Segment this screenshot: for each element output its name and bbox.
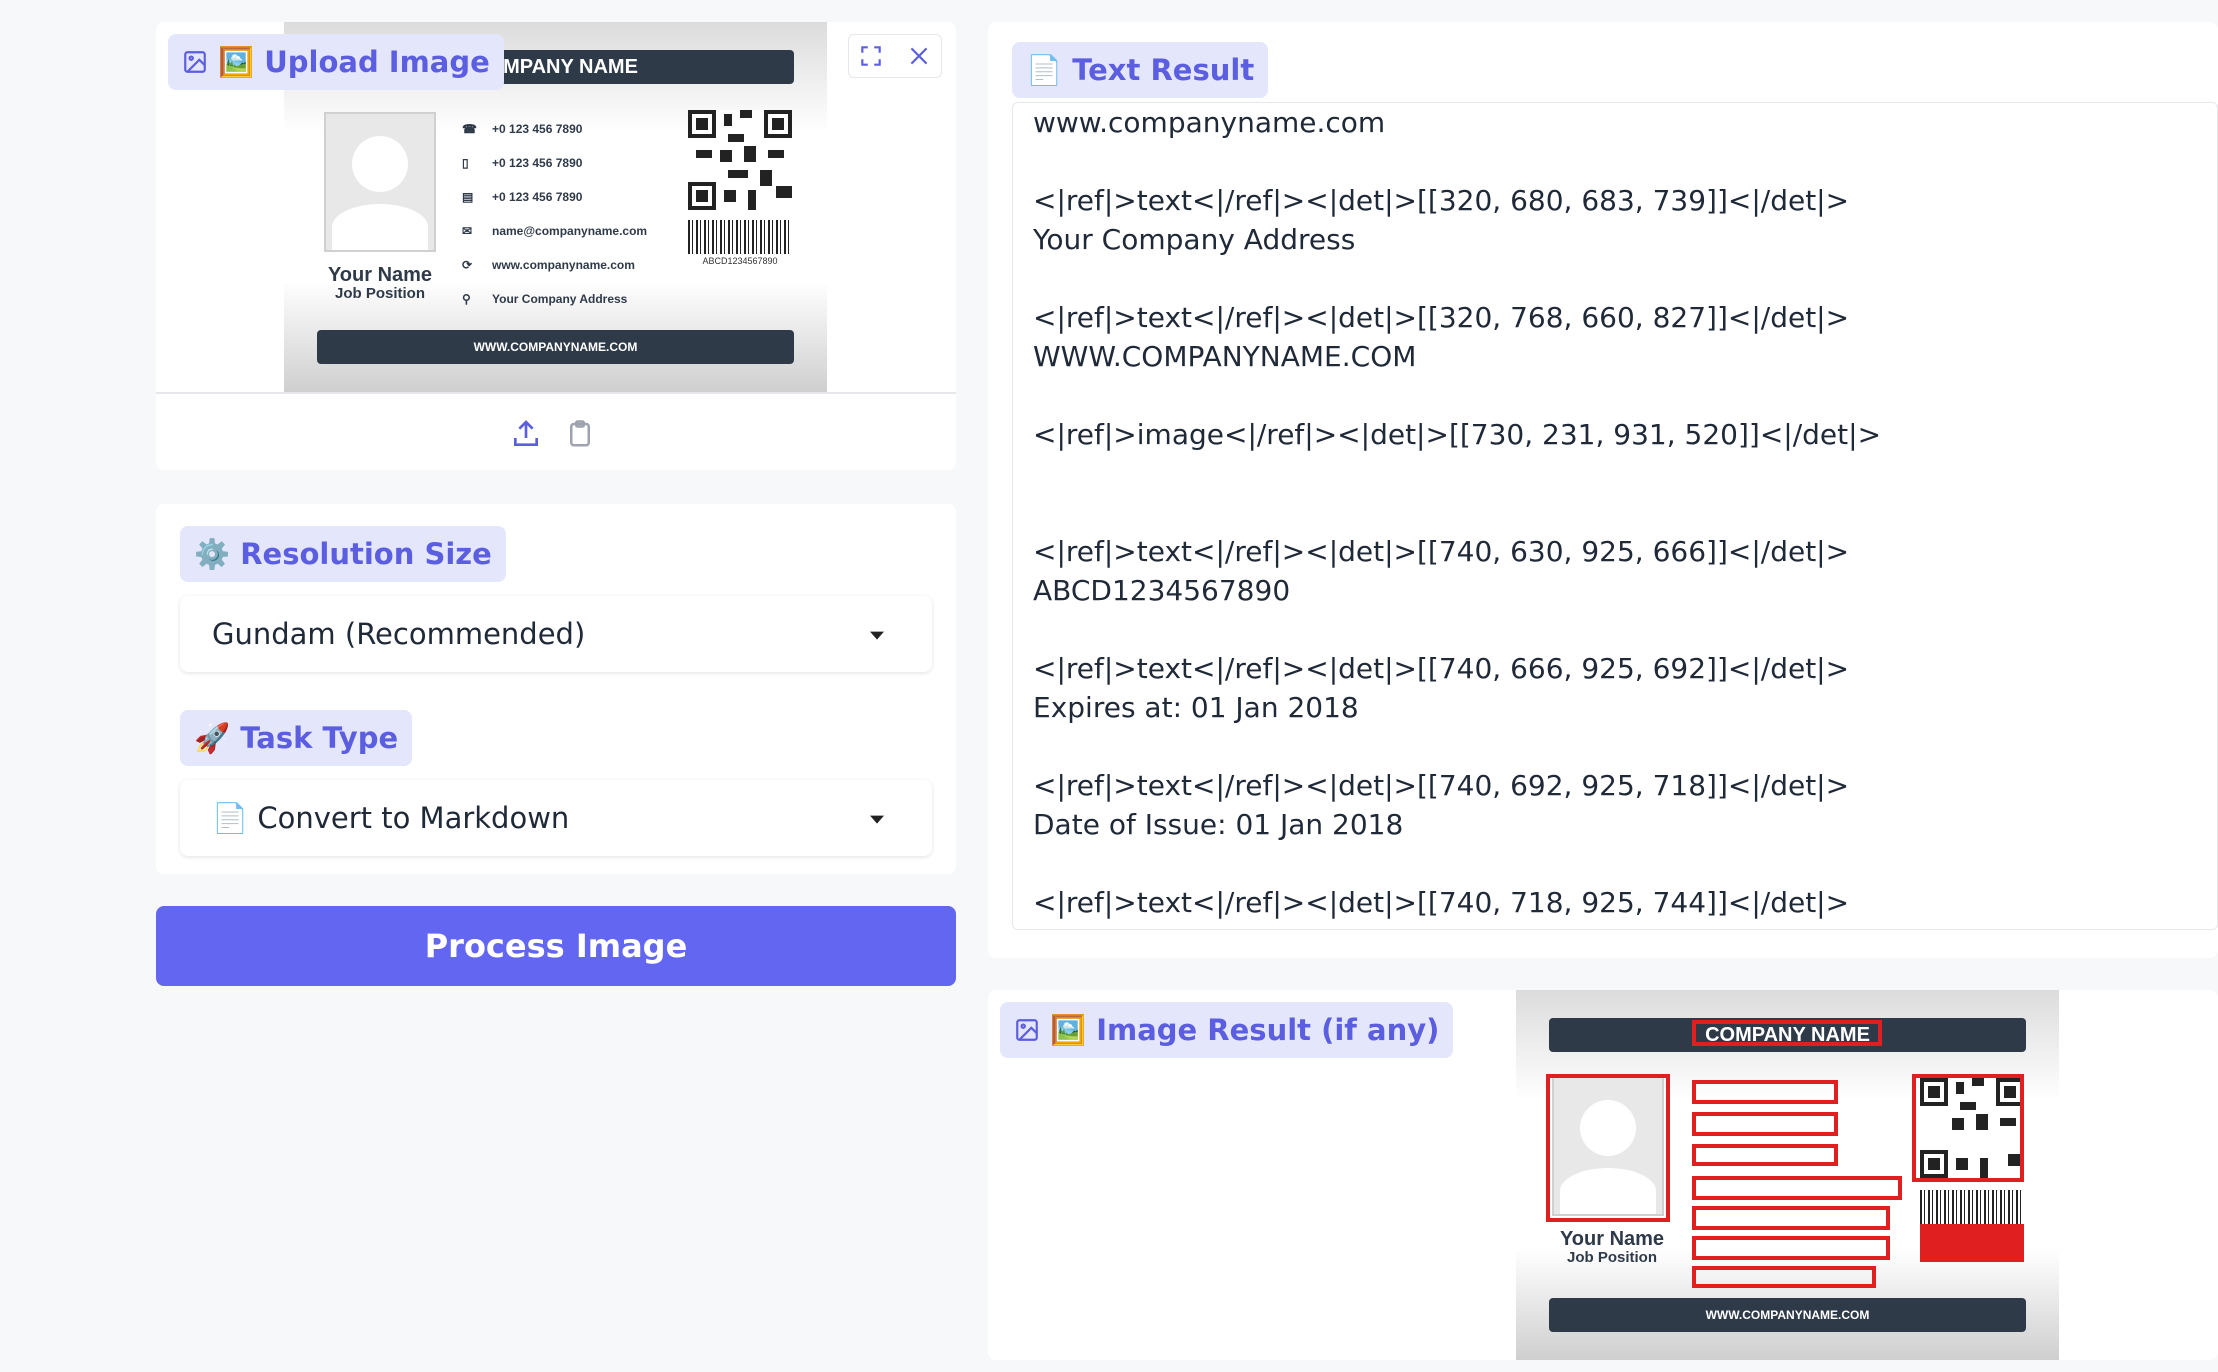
clipboard-icon [570, 420, 590, 447]
text-result-label-text: 📄 Text Result [1026, 52, 1255, 87]
card-name: Your Name Job Position [304, 264, 456, 303]
image-result-panel: 🖼️ Image Result (if any) COMPANY NAME Yo… [988, 990, 2218, 1360]
card-job-text: Job Position [335, 285, 425, 302]
card-code: ABCD1234567890 [702, 256, 778, 266]
resolution-size-value: Gundam (Recommended) [212, 617, 586, 651]
detection-box [1692, 1266, 1876, 1288]
card-footer-text: WWW.COMPANYNAME.COM [473, 340, 638, 354]
result-card-name-text: Your Name [1559, 1228, 1665, 1250]
detection-box [1692, 1236, 1890, 1260]
image-icon [1016, 1019, 1038, 1041]
card-info: ☎ +0 123 456 7890 ▯ +0 123 456 7890 ▤ +0 12… [462, 112, 647, 316]
card-fax: +0 123 456 7890 [492, 190, 583, 204]
upload-image-label-text: 🖼️ Upload Image [218, 44, 490, 79]
process-image-button[interactable]: Process Image [156, 906, 956, 986]
detection-box [1692, 1206, 1890, 1230]
result-card-name: Your Name Job Position [1536, 1228, 1688, 1267]
options-panel: ⚙️ Resolution Size Gundam (Recommended) … [156, 504, 956, 874]
result-card-job-text: Job Position [1567, 1249, 1657, 1266]
image-result-label: 🖼️ Image Result (if any) [1000, 1002, 1454, 1058]
upload-divider [156, 392, 956, 394]
card-phone2: +0 123 456 7890 [492, 156, 583, 170]
card-web: www.companyname.com [492, 258, 635, 272]
detection-box [1692, 1176, 1902, 1200]
detection-box [1692, 1080, 1838, 1104]
text-result-label: 📄 Text Result [1012, 42, 1269, 98]
detection-box [1692, 1144, 1838, 1166]
card-email: name@companyname.com [492, 224, 648, 238]
card-qr-code [688, 110, 792, 210]
resolution-size-label-text: ⚙️ Resolution Size [194, 536, 492, 571]
detection-box [1912, 1074, 2024, 1182]
upload-button[interactable] [508, 414, 544, 454]
result-card-barcode-fill [1920, 1224, 2024, 1262]
task-type-select[interactable]: 📄 Convert to Markdown [180, 780, 932, 856]
paste-button[interactable] [562, 414, 598, 454]
fullscreen-button[interactable] [848, 34, 942, 78]
resolution-size-select[interactable]: Gundam (Recommended) [180, 596, 932, 672]
resolution-size-label: ⚙️ Resolution Size [180, 526, 506, 582]
task-type-value: 📄 Convert to Markdown [212, 800, 570, 835]
task-type-label-text: 🚀 Task Type [194, 720, 399, 755]
detection-box [1692, 1020, 1882, 1046]
card-name-text: Your Name [327, 264, 433, 286]
text-result-panel: 📄 Text Result www.companyname.com <|ref|… [988, 22, 2218, 958]
chevron-down-icon [870, 815, 884, 824]
detection-box [1692, 1112, 1838, 1136]
text-result-output[interactable]: www.companyname.com <|ref|>text<|/ref|><… [1012, 102, 2218, 930]
upload-icon [514, 420, 538, 446]
fullscreen-icon [861, 46, 881, 66]
image-icon [184, 51, 206, 73]
card-photo [324, 112, 436, 252]
card-barcode [688, 220, 792, 254]
result-image: COMPANY NAME Your Name Job Position WWW.… [1516, 990, 2059, 1360]
result-card-footer-text: WWW.COMPANYNAME.COM [1705, 1308, 1870, 1322]
result-card-footer-bar: WWW.COMPANYNAME.COM [1548, 1298, 2027, 1332]
close-icon[interactable] [906, 43, 932, 69]
upload-panel: COMPANY NAME Your Name Job Position ☎ +0 … [156, 22, 956, 470]
card-phone1: +0 123 456 7890 [492, 122, 583, 136]
result-card-barcode [1920, 1190, 2024, 1224]
card-address: Your Company Address [492, 292, 628, 306]
task-type-label: 🚀 Task Type [180, 710, 413, 766]
upload-image-label: 🖼️ Upload Image [168, 34, 504, 90]
image-result-label-text: 🖼️ Image Result (if any) [1050, 1012, 1440, 1047]
card-footer-bar: WWW.COMPANYNAME.COM [316, 330, 795, 364]
chevron-down-icon [870, 631, 884, 640]
detection-box [1546, 1074, 1670, 1222]
